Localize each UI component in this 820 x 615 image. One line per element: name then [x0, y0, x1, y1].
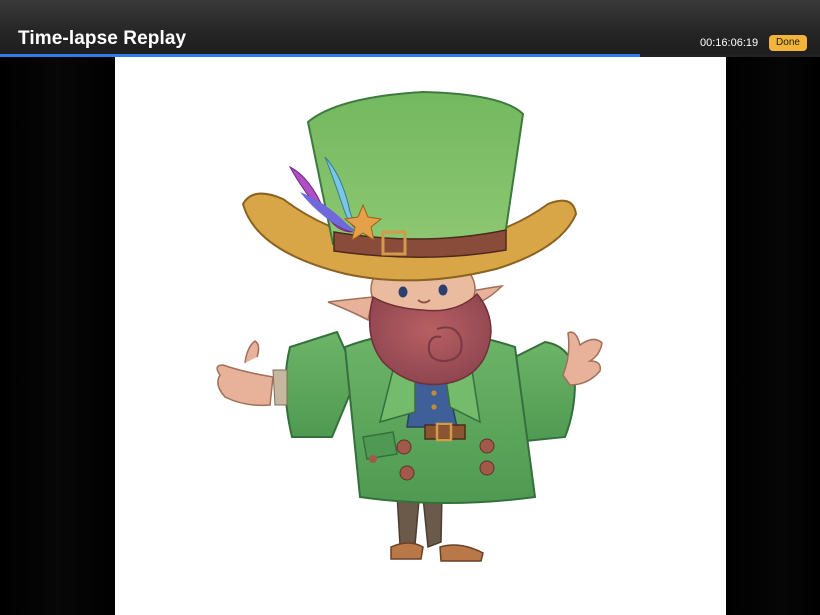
leprechaun-illustration: [216, 90, 603, 562]
left-letterbox: [0, 57, 115, 615]
window-title: Time-lapse Replay: [18, 28, 187, 49]
playback-timestamp: 00:16:06:19: [700, 37, 759, 49]
canvas-artwork: [115, 57, 726, 615]
done-button[interactable]: Done: [769, 35, 807, 51]
top-bar: Time-lapse Replay 00:16:06:19 Done: [0, 0, 820, 54]
right-letterbox: [726, 57, 820, 615]
